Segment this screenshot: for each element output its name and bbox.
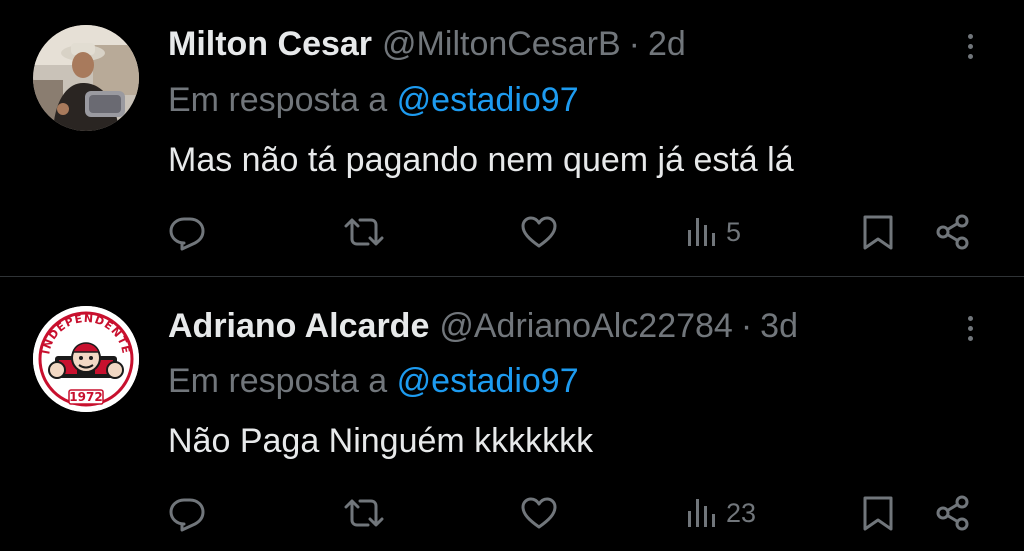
like-button[interactable] — [519, 491, 559, 535]
retweet-icon — [344, 499, 384, 527]
bookmark-icon — [863, 215, 893, 250]
action-bar: 23 — [0, 491, 1024, 535]
author-handle[interactable]: @MiltonCesarB — [382, 24, 621, 64]
views-button[interactable]: 5 — [686, 210, 741, 254]
like-icon — [521, 497, 557, 529]
reply-icon — [169, 498, 205, 532]
tweet[interactable]: Milton Cesar @MiltonCesarB · 2d Em respo… — [0, 0, 1024, 277]
views-count: 23 — [726, 497, 757, 528]
tweet[interactable]: INDEPENDENTE 1972 Adriano Alcarde @Adria… — [0, 277, 1024, 551]
views-count: 5 — [726, 216, 742, 247]
author-name[interactable]: Milton Cesar — [168, 24, 372, 64]
reply-prefix: Em resposta a — [168, 362, 397, 400]
bookmark-icon — [863, 496, 893, 531]
timestamp[interactable]: 3d — [760, 306, 798, 346]
avatar-photo — [33, 25, 139, 131]
author-name[interactable]: Adriano Alcarde — [168, 306, 429, 346]
more-icon[interactable] — [958, 26, 982, 66]
views-icon — [688, 499, 715, 527]
tweet-text: Não Paga Ninguém kkkkkkk — [168, 422, 594, 460]
tweet-header: Adriano Alcarde @AdrianoAlc22784 · 3d — [168, 306, 798, 346]
avatar[interactable] — [33, 25, 139, 131]
reply-feed: Milton Cesar @MiltonCesarB · 2d Em respo… — [0, 0, 1024, 551]
more-icon[interactable] — [958, 308, 982, 348]
reply-context: Em resposta a @estadio97 — [168, 80, 579, 120]
timestamp[interactable]: 2d — [648, 24, 686, 64]
reply-mention-link[interactable]: @estadio97 — [397, 81, 579, 119]
bookmark-button[interactable] — [860, 491, 896, 535]
reply-icon — [169, 217, 205, 251]
reply-button[interactable] — [167, 491, 207, 535]
avatar[interactable]: INDEPENDENTE 1972 — [33, 306, 139, 412]
reply-prefix: Em resposta a — [168, 81, 397, 119]
separator: · — [628, 25, 640, 63]
retweet-icon — [344, 218, 384, 246]
reply-mention-link[interactable]: @estadio97 — [397, 362, 579, 400]
author-handle[interactable]: @AdrianoAlc22784 — [439, 306, 732, 346]
retweet-button[interactable] — [342, 210, 386, 254]
retweet-button[interactable] — [342, 491, 386, 535]
reply-button[interactable] — [167, 210, 207, 254]
like-icon — [521, 216, 557, 248]
reply-context: Em resposta a @estadio97 — [168, 361, 579, 401]
separator: · — [740, 307, 753, 345]
tweet-header: Milton Cesar @MiltonCesarB · 2d — [168, 24, 686, 64]
avatar-badge-logo: INDEPENDENTE 1972 — [33, 306, 139, 412]
share-button[interactable] — [933, 491, 973, 535]
action-bar: 5 — [0, 210, 1024, 254]
share-icon — [936, 495, 969, 531]
views-button[interactable]: 23 — [686, 491, 756, 535]
bookmark-button[interactable] — [860, 210, 896, 254]
share-icon — [936, 214, 969, 250]
like-button[interactable] — [519, 210, 559, 254]
share-button[interactable] — [933, 210, 973, 254]
tweet-text: Mas não tá pagando nem quem já está lá — [168, 141, 794, 179]
svg-text:1972: 1972 — [69, 390, 102, 404]
views-icon — [688, 218, 715, 246]
